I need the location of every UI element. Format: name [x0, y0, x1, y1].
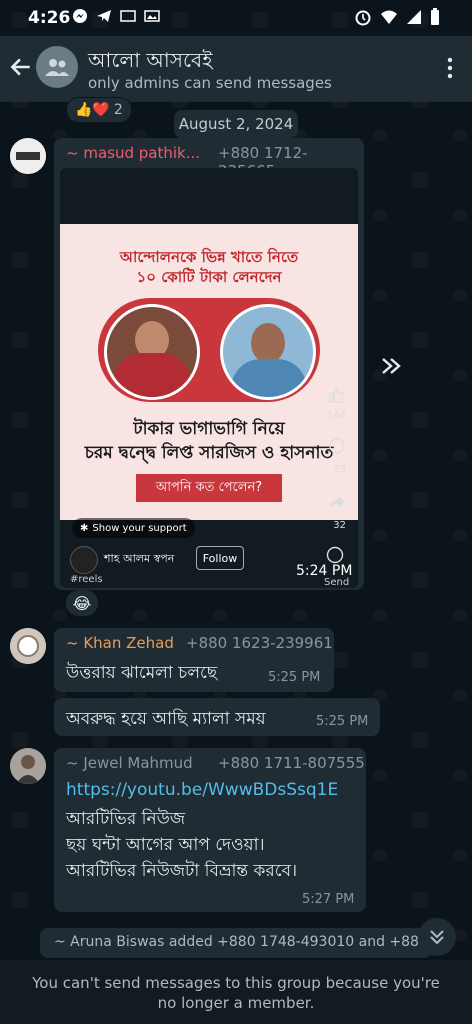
system-message-text: ~ Aruna Biswas added +880 1748-493010 an…	[54, 934, 432, 950]
battery-icon	[431, 8, 439, 25]
like-icon[interactable]	[328, 386, 346, 404]
date-chip: August 2, 2024	[174, 110, 298, 138]
avatar-khan-zehad[interactable]	[10, 628, 46, 664]
share-icon[interactable]	[328, 494, 346, 510]
poster-photo-right	[220, 304, 316, 400]
scroll-down-button[interactable]	[418, 918, 456, 956]
sender-name[interactable]: ~ masud pathik...	[66, 144, 200, 162]
back-arrow-icon[interactable]	[8, 54, 34, 80]
comment-icon[interactable]	[328, 438, 346, 456]
notification-icons	[72, 8, 160, 24]
avatar-jewel-mahmud[interactable]	[10, 748, 46, 784]
message-bubble-khan-2[interactable]: অবরুদ্ধ হয়ে আছি ম্যালা সময় 5:25 PM	[54, 698, 380, 736]
more-options-icon[interactable]	[446, 56, 454, 80]
avatar-image	[10, 748, 46, 784]
avatar-image	[10, 628, 46, 664]
wifi-icon	[381, 10, 397, 24]
sender-phone: +880 1711-807555	[218, 754, 365, 772]
sender-name[interactable]: ~ Jewel Mahmud	[66, 754, 193, 772]
footer-line-1: You can't send messages to this group be…	[32, 974, 440, 992]
reel-author-name[interactable]: শাহ আলম স্বপন	[104, 550, 174, 569]
poster-photo-left	[104, 304, 200, 400]
comments-count: 33	[333, 464, 346, 475]
messenger-icon	[73, 9, 87, 23]
reaction-emojis: 👍❤️	[75, 102, 110, 118]
photo-notification-icon	[120, 10, 136, 22]
send-label: Send	[324, 577, 350, 588]
poster-headline-2: ১০ কোটি টাকা লেনদেন	[136, 268, 282, 286]
message-line-3: আরটিভির নিউজটা বিভ্রান্ত করবে।	[66, 861, 298, 881]
message-line-1: আরটিভির নিউজ	[66, 809, 186, 829]
follow-button[interactable]: Follow	[196, 546, 244, 570]
group-avatar[interactable]	[36, 46, 78, 88]
message-bubble-khan[interactable]: ~ Khan Zehad +880 1623-239961 উত্তরায় ঝ…	[54, 628, 334, 692]
message-time: 5:27 PM	[302, 892, 355, 907]
poster-body-2: চরম দ্বন্দ্বে লিপ্ত সারজিস ও হাসনাত	[84, 443, 334, 463]
forward-icon	[382, 358, 401, 374]
poster-image: আন্দোলনকে ভিন্ন খাতে নিতে ১০ কোটি টাকা ল…	[60, 224, 358, 520]
system-message: ~ Aruna Biswas added +880 1748-493010 an…	[40, 928, 432, 958]
likes-count: 146	[326, 410, 346, 421]
footer-line-2: no longer a member.	[157, 994, 315, 1012]
reaction-count: 2	[113, 102, 123, 118]
message-line-2: ছয় ঘন্টা আগের আপ দেওয়া।	[66, 835, 265, 855]
message-text: উত্তরায় ঝামেলা চলছে	[66, 663, 218, 683]
read-only-footer: You can't send messages to this group be…	[0, 960, 472, 1024]
message-reaction[interactable]: 😂	[66, 590, 98, 616]
sender-phone: +880 1623-239961	[186, 634, 333, 652]
support-star-icon: ✱	[80, 522, 89, 534]
status-bar: 4:26	[0, 0, 472, 36]
system-icons	[354, 8, 440, 26]
reel-hashtag: #reels	[70, 574, 103, 585]
show-support-label: Show your support	[92, 522, 187, 534]
message-bubble-jewel[interactable]: ~ Jewel Mahmud +880 1711-807555 https://…	[54, 748, 366, 912]
message-time: 5:25 PM	[316, 714, 369, 729]
sender-name[interactable]: ~ Khan Zehad	[66, 634, 174, 652]
chat-header: আলো আসবেই only admins can send messages	[0, 36, 472, 102]
double-chevron-down-icon	[430, 930, 444, 945]
group-icon	[45, 59, 69, 76]
shares-count: 32	[333, 520, 346, 531]
avatar-image	[10, 138, 46, 174]
video-preview[interactable]: আন্দোলনকে ভিন্ন খাতে নিতে ১০ কোটি টাকা ল…	[60, 168, 358, 588]
youtube-link[interactable]: https://youtu.be/WwwBDsSsq1E	[66, 780, 338, 800]
gallery-notification-icon	[144, 10, 160, 22]
telegram-icon	[97, 10, 111, 22]
reaction-pill[interactable]: 👍❤️ 2	[66, 97, 132, 123]
forward-button[interactable]	[370, 346, 410, 386]
reel-author-avatar[interactable]	[70, 546, 98, 574]
signal-icon	[407, 10, 421, 24]
poster-cta: আপনি কত পেলেন?	[136, 474, 282, 502]
message-time: 5:25 PM	[268, 670, 321, 685]
status-time: 4:26	[28, 8, 71, 28]
avatar-masud[interactable]	[10, 138, 46, 174]
message-text: অবরুদ্ধ হয়ে আছি ম্যালা সময়	[66, 709, 266, 729]
alarm-icon	[355, 10, 371, 26]
group-subtitle: only admins can send messages	[88, 74, 332, 92]
show-support-chip[interactable]: ✱ Show your support	[72, 518, 195, 538]
whatsapp-send-icon[interactable]	[326, 546, 344, 564]
